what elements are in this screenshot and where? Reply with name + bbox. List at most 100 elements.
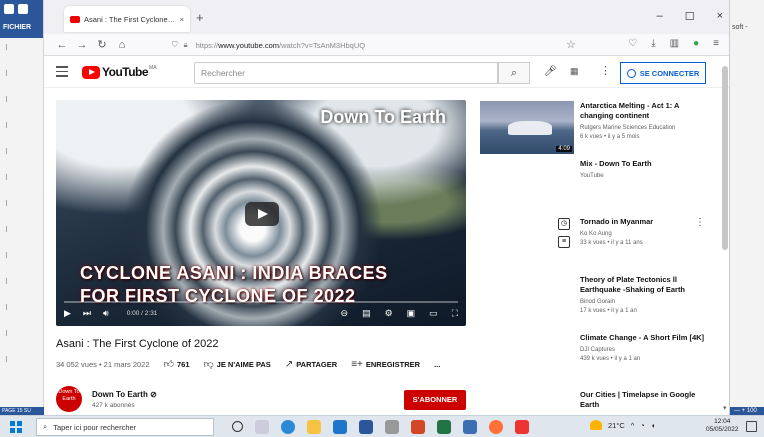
search-input[interactable]: Rechercher: [194, 62, 498, 84]
sign-in-button[interactable]: SE CONNECTER: [620, 62, 706, 84]
settings-gear-icon[interactable]: ⚙: [385, 308, 393, 319]
search-icon: ⌕: [510, 67, 518, 79]
rec-item[interactable]: Our Cities | Timelapse in Google Earth: [580, 390, 710, 410]
task-view-icon[interactable]: [255, 420, 269, 434]
pdf-icon[interactable]: [515, 420, 529, 434]
play-icon[interactable]: ▶: [64, 308, 71, 319]
download-icon[interactable]: ⤓: [651, 38, 655, 49]
sidebar-icon[interactable]: ▥: [670, 38, 679, 49]
close-window-icon[interactable]: ×: [717, 10, 723, 23]
search-icon: ⌕: [43, 422, 48, 431]
account-icon[interactable]: ●: [693, 38, 699, 49]
add-to-queue-icon[interactable]: ≡: [558, 236, 570, 248]
tray-chevron-icon[interactable]: ^: [631, 421, 635, 430]
windows-start-icon[interactable]: [10, 421, 22, 433]
view-count: 34 052 vues • 21 mars 2022: [56, 359, 150, 369]
settings-more-icon[interactable]: ⋮: [600, 64, 611, 77]
screen: FICHIER PAGE 15 SU soft - — + 100 Asani …: [0, 0, 764, 437]
progress-bar[interactable]: [64, 301, 458, 303]
word-app-icon[interactable]: [359, 420, 373, 434]
new-tab-button[interactable]: +: [196, 10, 204, 25]
apps-grid-icon[interactable]: ▦: [570, 66, 579, 77]
powerpoint-icon[interactable]: [411, 420, 425, 434]
rec-title: Theory of Plate Tectonics ll Earthquake …: [580, 275, 686, 294]
microphone-icon[interactable]: 🎤︎: [544, 66, 557, 77]
rec-thumbnail[interactable]: 4:09: [480, 101, 574, 154]
cortana-icon[interactable]: [232, 421, 243, 432]
bookmark-star-icon[interactable]: ☆: [566, 38, 576, 51]
rec-item[interactable]: Climate Change - A Short Film [4K] DJI C…: [580, 333, 710, 363]
channel-row: Down To Earth Down To Earth ⊘ 427 k abon…: [56, 386, 466, 414]
video-headline-line2: FOR FIRST CYCLONE OF 2022: [80, 286, 356, 306]
watch-later-icon[interactable]: ◷: [558, 218, 570, 230]
volume-icon[interactable]: 🔊︎: [103, 308, 109, 319]
more-actions-button[interactable]: ...: [434, 360, 440, 369]
taskbar-search-input[interactable]: ⌕ Taper ici pour rechercher: [36, 418, 214, 436]
home-icon[interactable]: ⌂: [112, 39, 132, 51]
theater-mode-icon[interactable]: ▭: [429, 308, 438, 319]
app-icon[interactable]: [385, 420, 399, 434]
rec-channel: YouTube: [580, 173, 604, 179]
weather-icon[interactable]: [590, 420, 602, 430]
video-player[interactable]: Down To Earth CYCLONE ASANI : INDIA BRAC…: [56, 100, 466, 326]
tab-title: Asani : The First Cyclone of 2022: [84, 14, 176, 24]
large-play-button[interactable]: [245, 202, 279, 226]
volume-tray-icon[interactable]: ◖: [651, 421, 656, 430]
rec-item[interactable]: Theory of Plate Tectonics ll Earthquake …: [580, 275, 710, 315]
youtube-play-logo-icon: [82, 65, 100, 79]
weather-temp[interactable]: 21°C: [608, 421, 625, 430]
maximize-icon[interactable]: ☐: [685, 10, 695, 23]
word-save-icon[interactable]: [4, 4, 14, 14]
thumbs-up-icon: 👍︎: [163, 359, 174, 370]
save-button[interactable]: ≡+ ENREGISTRER: [351, 359, 420, 370]
window-controls: – ☐ ×: [657, 10, 723, 23]
search-button[interactable]: ⌕: [498, 62, 530, 84]
clock[interactable]: 12:04 05/05/2022: [706, 418, 739, 434]
rec-item[interactable]: Tornado in Myanmar Ko Ko Aung 33 k vues …: [580, 217, 710, 247]
address-bar[interactable]: ⛉ 🔒︎ https://www.youtube.com/watch?v=TsA…: [172, 37, 572, 53]
youtube-logo[interactable]: YouTube MA: [82, 65, 157, 79]
reload-icon[interactable]: ↻: [92, 38, 112, 51]
autoplay-toggle-icon[interactable]: ⊖: [341, 308, 349, 319]
file-explorer-icon[interactable]: [307, 420, 321, 434]
next-icon[interactable]: ⏭: [83, 308, 91, 319]
forward-icon[interactable]: →: [72, 39, 92, 51]
shield-icon[interactable]: ⛉: [172, 40, 178, 50]
notification-icon[interactable]: [746, 421, 757, 432]
word-doc-icon[interactable]: [18, 4, 28, 14]
network-icon[interactable]: ◔: [640, 421, 645, 430]
subtitles-icon[interactable]: ▤: [362, 308, 371, 319]
firefox-icon[interactable]: [489, 420, 503, 434]
word-file-tab[interactable]: FICHIER: [3, 24, 31, 31]
rec-item[interactable]: Antarctica Melting - Act 1: A changing c…: [580, 101, 710, 141]
dislike-button[interactable]: 👎︎ JE N'AIME PAS: [204, 358, 271, 370]
lock-icon[interactable]: 🔒︎: [184, 40, 188, 50]
miniplayer-icon[interactable]: ▣: [407, 308, 416, 319]
channel-name[interactable]: Down To Earth ⊘: [92, 390, 157, 399]
edge-icon[interactable]: [281, 420, 295, 434]
minimize-icon[interactable]: –: [657, 10, 663, 23]
store-icon[interactable]: [333, 420, 347, 434]
menu-icon[interactable]: ≡: [713, 38, 719, 49]
share-button[interactable]: ↗ PARTAGER: [285, 359, 337, 370]
rec-channel: Ko Ko Aung: [580, 231, 612, 237]
subscribe-button[interactable]: S'ABONNER: [404, 390, 466, 410]
app-icon[interactable]: [463, 420, 477, 434]
scroll-down-icon[interactable]: ▾: [723, 404, 727, 412]
back-icon[interactable]: ←: [52, 39, 72, 51]
channel-avatar[interactable]: Down To Earth: [56, 386, 82, 412]
like-button[interactable]: 👍︎ 761: [164, 358, 190, 370]
browser-toolbar-icons: ♡ ⤓ ▥ ● ≡: [628, 38, 719, 49]
page-scrollbar[interactable]: [722, 66, 728, 250]
rec-meta: 6 k vues • il y a 5 mois: [580, 134, 640, 140]
youtube-favicon-icon: [70, 15, 80, 23]
fullscreen-icon[interactable]: ⛶: [452, 308, 458, 319]
pocket-icon[interactable]: ♡: [628, 38, 637, 49]
word-zoom[interactable]: — + 100: [730, 407, 764, 415]
excel-icon[interactable]: [437, 420, 451, 434]
browser-tab[interactable]: Asani : The First Cyclone of 2022 ×: [64, 6, 190, 32]
rec-item[interactable]: Mix - Down To Earth YouTube: [580, 159, 710, 180]
rec-channel: Rutgers Marine Sciences Education: [580, 125, 676, 131]
tab-close-icon[interactable]: ×: [180, 15, 184, 24]
guide-menu-icon[interactable]: [56, 66, 68, 80]
